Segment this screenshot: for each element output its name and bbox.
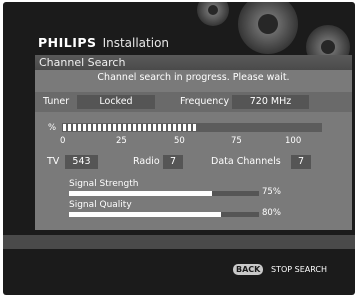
tuner-value: Locked <box>77 95 155 109</box>
screen-title: Channel Search <box>39 56 126 69</box>
signal-strength-value: 75% <box>262 187 281 197</box>
radio-count-label: Radio <box>133 156 160 167</box>
progress-tick: 0 <box>60 136 66 146</box>
frequency-value: 720 MHz <box>232 95 309 109</box>
signal-strength-bar <box>69 191 259 196</box>
brand-logo: PHILIPS <box>38 35 97 50</box>
signal-quality-value: 80% <box>262 208 281 218</box>
signal-strength-label: Signal Strength <box>69 179 139 189</box>
progress-tick: 75 <box>231 136 242 146</box>
progress-bar <box>62 123 322 132</box>
tv-screen: PHILIPS Installation BACK STOP SEARCH Cha… <box>0 0 359 297</box>
progress-tick: 100 <box>285 136 302 146</box>
signal-quality-fill <box>69 212 221 217</box>
app-title: Installation <box>102 36 170 50</box>
tv-count-value: 543 <box>65 155 98 169</box>
tv-count-label: TV <box>47 156 60 167</box>
tuner-row: Tuner Locked Frequency 720 MHz <box>35 92 352 112</box>
frequency-label: Frequency <box>180 96 230 107</box>
data-channels-label: Data Channels <box>211 156 281 167</box>
screen-title-bar: Channel Search <box>35 55 352 70</box>
tuner-label: Tuner <box>43 96 70 107</box>
channel-search-panel: Channel search in progress. Please wait.… <box>35 70 352 230</box>
progress-tick: 50 <box>174 136 185 146</box>
status-message: Channel search in progress. Please wait. <box>97 72 290 83</box>
radio-count-value: 7 <box>163 155 183 169</box>
signal-quality-bar <box>69 212 259 217</box>
progress-tick: 25 <box>116 136 127 146</box>
signal-strength-fill <box>69 191 212 196</box>
data-channels-value: 7 <box>291 155 311 169</box>
channel-counts-row: TV 543 Radio 7 Data Channels 7 <box>35 155 352 173</box>
percent-symbol: % <box>48 123 57 133</box>
progress-fill <box>63 124 197 131</box>
signal-quality-label: Signal Quality <box>69 200 132 210</box>
search-progress: % 0 25 50 75 100 <box>35 118 352 148</box>
stop-search-label[interactable]: STOP SEARCH <box>271 264 327 275</box>
footer-band <box>3 235 355 249</box>
back-button[interactable]: BACK <box>233 264 264 275</box>
header-title: PHILIPS Installation <box>38 35 169 50</box>
